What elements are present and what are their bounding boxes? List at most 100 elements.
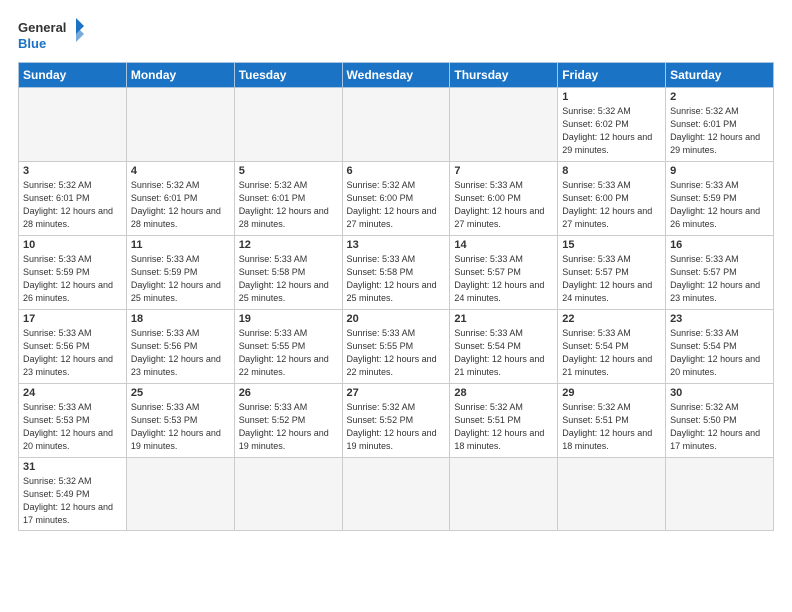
week-row-4: 24 Sunrise: 5:33 AM Sunset: 5:53 PM Dayli… [19,384,774,458]
day-number: 1 [562,91,661,103]
day-number: 24 [23,387,122,399]
day-number: 4 [131,165,230,177]
weekday-header-saturday: Saturday [666,63,774,88]
day-info: Sunrise: 5:32 AM Sunset: 5:52 PM Dayligh… [347,401,446,453]
page: General Blue SundayMondayTuesdayWednesda… [0,0,792,541]
day-number: 9 [670,165,769,177]
day-info: Sunrise: 5:33 AM Sunset: 5:58 PM Dayligh… [347,253,446,305]
calendar-cell [666,458,774,531]
logo: General Blue [18,16,88,54]
calendar-cell: 19 Sunrise: 5:33 AM Sunset: 5:55 PM Dayli… [234,310,342,384]
calendar-cell: 1 Sunrise: 5:32 AM Sunset: 6:02 PM Daylig… [558,88,666,162]
calendar-cell: 7 Sunrise: 5:33 AM Sunset: 6:00 PM Daylig… [450,162,558,236]
day-number: 3 [23,165,122,177]
calendar-cell [450,88,558,162]
week-row-0: 1 Sunrise: 5:32 AM Sunset: 6:02 PM Daylig… [19,88,774,162]
calendar-cell [450,458,558,531]
calendar-cell: 2 Sunrise: 5:32 AM Sunset: 6:01 PM Daylig… [666,88,774,162]
calendar-cell: 23Sunrise: 5:33 AM Sunset: 5:54 PM Dayli… [666,310,774,384]
weekday-header-monday: Monday [126,63,234,88]
calendar-cell: 16Sunrise: 5:33 AM Sunset: 5:57 PM Dayli… [666,236,774,310]
calendar-cell [19,88,127,162]
day-info: Sunrise: 5:33 AM Sunset: 5:58 PM Dayligh… [239,253,338,305]
day-info: Sunrise: 5:32 AM Sunset: 6:01 PM Dayligh… [239,179,338,231]
calendar-cell: 8 Sunrise: 5:33 AM Sunset: 6:00 PM Daylig… [558,162,666,236]
calendar-cell: 26 Sunrise: 5:33 AM Sunset: 5:52 PM Dayli… [234,384,342,458]
calendar-cell: 22 Sunrise: 5:33 AM Sunset: 5:54 PM Dayli… [558,310,666,384]
weekday-header-row: SundayMondayTuesdayWednesdayThursdayFrid… [19,63,774,88]
day-number: 30 [670,387,769,399]
day-info: Sunrise: 5:33 AM Sunset: 5:59 PM Dayligh… [670,179,769,231]
day-info: Sunrise: 5:33 AM Sunset: 5:57 PM Dayligh… [670,253,769,305]
calendar: SundayMondayTuesdayWednesdayThursdayFrid… [18,62,774,531]
day-info: Sunrise: 5:32 AM Sunset: 6:01 PM Dayligh… [23,179,122,231]
day-number: 2 [670,91,769,103]
day-info: Sunrise: 5:33 AM Sunset: 6:00 PM Dayligh… [562,179,661,231]
day-info: Sunrise: 5:32 AM Sunset: 5:51 PM Dayligh… [454,401,553,453]
day-number: 19 [239,313,338,325]
day-number: 7 [454,165,553,177]
calendar-cell [234,458,342,531]
calendar-cell: 20 Sunrise: 5:33 AM Sunset: 5:55 PM Dayli… [342,310,450,384]
day-number: 6 [347,165,446,177]
day-number: 15 [562,239,661,251]
calendar-cell: 28Sunrise: 5:32 AM Sunset: 5:51 PM Dayli… [450,384,558,458]
day-number: 27 [347,387,446,399]
day-number: 12 [239,239,338,251]
calendar-cell: 12 Sunrise: 5:33 AM Sunset: 5:58 PM Dayli… [234,236,342,310]
day-number: 8 [562,165,661,177]
day-number: 31 [23,461,122,473]
day-info: Sunrise: 5:33 AM Sunset: 5:55 PM Dayligh… [347,327,446,379]
calendar-cell: 17 Sunrise: 5:33 AM Sunset: 5:56 PM Dayli… [19,310,127,384]
day-number: 22 [562,313,661,325]
svg-text:General: General [18,20,66,35]
day-info: Sunrise: 5:33 AM Sunset: 6:00 PM Dayligh… [454,179,553,231]
day-number: 17 [23,313,122,325]
calendar-cell: 30 Sunrise: 5:32 AM Sunset: 5:50 PM Dayli… [666,384,774,458]
day-number: 10 [23,239,122,251]
day-info: Sunrise: 5:32 AM Sunset: 6:00 PM Dayligh… [347,179,446,231]
day-info: Sunrise: 5:32 AM Sunset: 6:01 PM Dayligh… [131,179,230,231]
calendar-cell: 6 Sunrise: 5:32 AM Sunset: 6:00 PM Daylig… [342,162,450,236]
calendar-cell: 13 Sunrise: 5:33 AM Sunset: 5:58 PM Dayli… [342,236,450,310]
day-number: 14 [454,239,553,251]
calendar-cell: 25 Sunrise: 5:33 AM Sunset: 5:53 PM Dayli… [126,384,234,458]
weekday-header-thursday: Thursday [450,63,558,88]
calendar-cell [234,88,342,162]
day-number: 13 [347,239,446,251]
day-info: Sunrise: 5:32 AM Sunset: 6:02 PM Dayligh… [562,105,661,157]
calendar-cell: 4 Sunrise: 5:32 AM Sunset: 6:01 PM Daylig… [126,162,234,236]
calendar-cell [558,458,666,531]
logo-svg: General Blue [18,16,88,54]
day-number: 20 [347,313,446,325]
day-number: 25 [131,387,230,399]
calendar-cell: 27 Sunrise: 5:32 AM Sunset: 5:52 PM Dayli… [342,384,450,458]
calendar-cell: 3 Sunrise: 5:32 AM Sunset: 6:01 PM Daylig… [19,162,127,236]
calendar-cell: 11Sunrise: 5:33 AM Sunset: 5:59 PM Dayli… [126,236,234,310]
day-info: Sunrise: 5:33 AM Sunset: 5:53 PM Dayligh… [131,401,230,453]
day-info: Sunrise: 5:32 AM Sunset: 6:01 PM Dayligh… [670,105,769,157]
day-info: Sunrise: 5:33 AM Sunset: 5:57 PM Dayligh… [562,253,661,305]
weekday-header-friday: Friday [558,63,666,88]
day-info: Sunrise: 5:32 AM Sunset: 5:51 PM Dayligh… [562,401,661,453]
weekday-header-wednesday: Wednesday [342,63,450,88]
calendar-cell: 5Sunrise: 5:32 AM Sunset: 6:01 PM Daylig… [234,162,342,236]
week-row-1: 3 Sunrise: 5:32 AM Sunset: 6:01 PM Daylig… [19,162,774,236]
day-info: Sunrise: 5:33 AM Sunset: 5:56 PM Dayligh… [131,327,230,379]
day-number: 26 [239,387,338,399]
day-info: Sunrise: 5:33 AM Sunset: 5:55 PM Dayligh… [239,327,338,379]
day-info: Sunrise: 5:33 AM Sunset: 5:56 PM Dayligh… [23,327,122,379]
calendar-cell [126,458,234,531]
week-row-5: 31Sunrise: 5:32 AM Sunset: 5:49 PM Dayli… [19,458,774,531]
calendar-cell: 31Sunrise: 5:32 AM Sunset: 5:49 PM Dayli… [19,458,127,531]
day-info: Sunrise: 5:33 AM Sunset: 5:53 PM Dayligh… [23,401,122,453]
calendar-cell: 10Sunrise: 5:33 AM Sunset: 5:59 PM Dayli… [19,236,127,310]
day-number: 21 [454,313,553,325]
day-info: Sunrise: 5:33 AM Sunset: 5:52 PM Dayligh… [239,401,338,453]
day-info: Sunrise: 5:33 AM Sunset: 5:54 PM Dayligh… [562,327,661,379]
day-number: 23 [670,313,769,325]
calendar-cell: 9 Sunrise: 5:33 AM Sunset: 5:59 PM Daylig… [666,162,774,236]
weekday-header-tuesday: Tuesday [234,63,342,88]
week-row-2: 10Sunrise: 5:33 AM Sunset: 5:59 PM Dayli… [19,236,774,310]
day-info: Sunrise: 5:32 AM Sunset: 5:50 PM Dayligh… [670,401,769,453]
